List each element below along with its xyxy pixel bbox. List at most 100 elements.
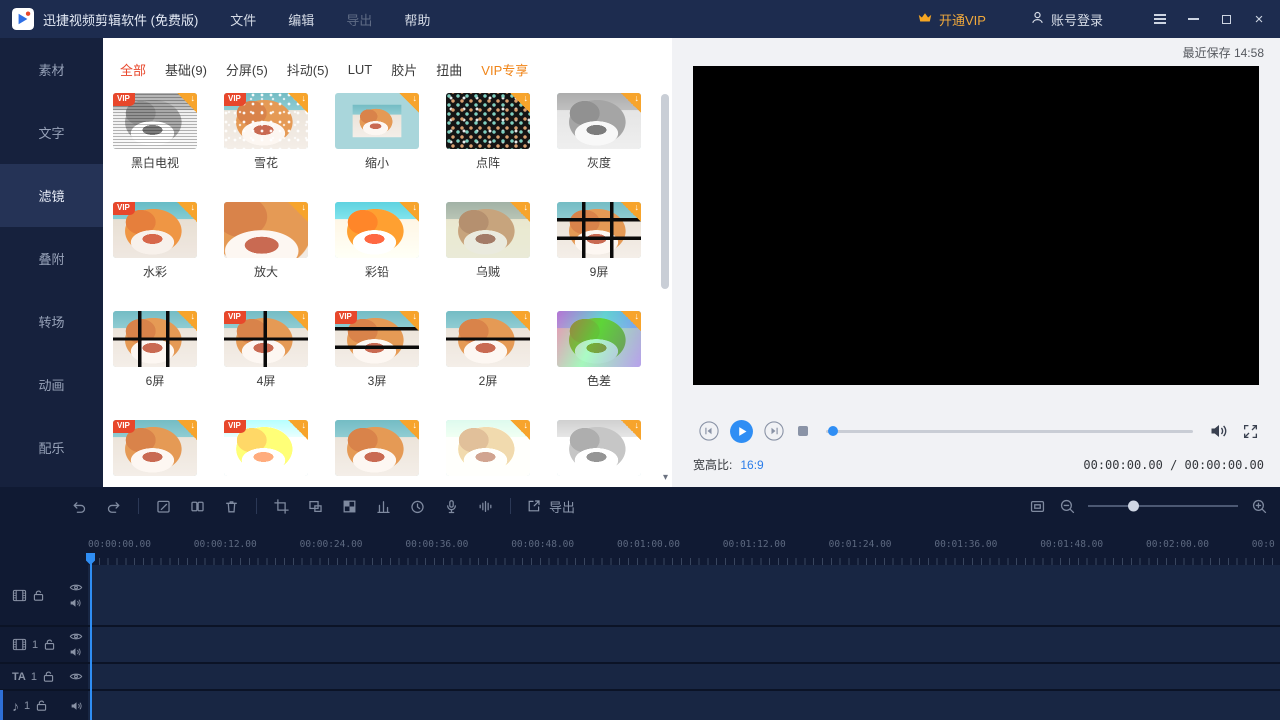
- filter-item[interactable]: VIP ↓ 雪花: [224, 93, 308, 170]
- filter-item[interactable]: VIP ↓ 4屏: [224, 311, 308, 388]
- filter-item[interactable]: ↓ 2屏: [446, 311, 530, 388]
- zoom-in-button[interactable]: [1250, 497, 1268, 515]
- sidebar-item[interactable]: 配乐: [0, 416, 103, 479]
- filter-item[interactable]: ↓ 乌贼: [446, 202, 530, 279]
- filter-tab[interactable]: 抖动(5): [287, 60, 329, 79]
- export-button[interactable]: 导出: [526, 497, 575, 516]
- download-icon[interactable]: ↓: [399, 420, 419, 440]
- filter-item[interactable]: ↓ 彩铅: [335, 202, 419, 279]
- filter-item[interactable]: ↓ 6屏: [113, 311, 197, 388]
- tracks-scrollbar[interactable]: [0, 690, 3, 720]
- unlock-icon[interactable]: [32, 589, 45, 602]
- filter-item[interactable]: ↓: [446, 420, 530, 487]
- scroll-down-icon[interactable]: ▾: [663, 473, 668, 483]
- menu-item[interactable]: 帮助: [404, 10, 430, 29]
- redo-button[interactable]: [104, 497, 122, 515]
- maximize-button[interactable]: [1217, 10, 1235, 28]
- crop-button[interactable]: [272, 497, 290, 515]
- filter-item[interactable]: ↓ 放大: [224, 202, 308, 279]
- filter-tab[interactable]: 分屏(5): [226, 60, 268, 79]
- delete-button[interactable]: [222, 497, 240, 515]
- account-login-button[interactable]: 账号登录: [1030, 10, 1103, 29]
- download-icon[interactable]: ↓: [288, 311, 308, 331]
- play-button[interactable]: [729, 419, 754, 444]
- volume-button[interactable]: [1209, 422, 1229, 440]
- download-icon[interactable]: ↓: [177, 420, 197, 440]
- stop-button[interactable]: [796, 424, 810, 438]
- download-icon[interactable]: ↓: [177, 93, 197, 113]
- fit-timeline-button[interactable]: [1028, 497, 1046, 515]
- sidebar-item[interactable]: 滤镜: [0, 164, 103, 227]
- filter-tab[interactable]: 基础(9): [165, 60, 207, 79]
- undo-button[interactable]: [70, 497, 88, 515]
- filter-item[interactable]: ↓ 灰度: [557, 93, 641, 170]
- download-icon[interactable]: ↓: [510, 202, 530, 222]
- split-button[interactable]: [188, 497, 206, 515]
- download-icon[interactable]: ↓: [399, 93, 419, 113]
- filter-item[interactable]: VIP ↓: [113, 420, 197, 487]
- sidebar-item[interactable]: 叠附: [0, 227, 103, 290]
- filter-tab[interactable]: 胶片: [391, 60, 417, 79]
- filter-item[interactable]: VIP ↓ 水彩: [113, 202, 197, 279]
- filter-item[interactable]: ↓: [335, 420, 419, 487]
- download-icon[interactable]: ↓: [510, 420, 530, 440]
- seek-slider[interactable]: [826, 430, 1193, 433]
- filter-item[interactable]: ↓ 缩小: [335, 93, 419, 170]
- sidebar-item[interactable]: 转场: [0, 290, 103, 353]
- record-button[interactable]: [442, 497, 460, 515]
- mosaic-button[interactable]: [340, 497, 358, 515]
- filter-tab[interactable]: 扭曲: [436, 60, 462, 79]
- menu-item[interactable]: 文件: [230, 10, 256, 29]
- aspect-ratio-value[interactable]: 16:9: [740, 458, 763, 472]
- adjust-button[interactable]: [374, 497, 392, 515]
- download-icon[interactable]: ↓: [177, 202, 197, 222]
- speaker-icon[interactable]: [69, 646, 83, 658]
- close-button[interactable]: ×: [1250, 10, 1268, 28]
- filter-scrollbar[interactable]: [661, 86, 669, 478]
- menu-item[interactable]: 编辑: [288, 10, 314, 29]
- download-icon[interactable]: ↓: [399, 311, 419, 331]
- filter-item[interactable]: ↓ 色差: [557, 311, 641, 388]
- speed-button[interactable]: [408, 497, 426, 515]
- download-icon[interactable]: ↓: [621, 93, 641, 113]
- eye-icon[interactable]: [69, 671, 83, 682]
- next-frame-button[interactable]: [764, 421, 784, 441]
- filter-tab[interactable]: 全部: [120, 60, 146, 79]
- download-icon[interactable]: ↓: [288, 93, 308, 113]
- unlock-icon[interactable]: [43, 638, 56, 651]
- sidebar-item[interactable]: 素材: [0, 38, 103, 101]
- download-icon[interactable]: ↓: [621, 311, 641, 331]
- filter-item[interactable]: ↓ 9屏: [557, 202, 641, 279]
- timeline-zoom-slider[interactable]: [1088, 505, 1238, 507]
- minimize-button[interactable]: [1184, 10, 1202, 28]
- sidebar-item[interactable]: 动画: [0, 353, 103, 416]
- edit-button[interactable]: [154, 497, 172, 515]
- open-vip-button[interactable]: 开通VIP: [917, 10, 986, 29]
- fullscreen-button[interactable]: [1242, 423, 1259, 440]
- unlock-icon[interactable]: [35, 699, 48, 712]
- download-icon[interactable]: ↓: [510, 93, 530, 113]
- download-icon[interactable]: ↓: [177, 311, 197, 331]
- previous-frame-button[interactable]: [699, 421, 719, 441]
- pip-button[interactable]: [306, 497, 324, 515]
- filter-item[interactable]: ↓ 点阵: [446, 93, 530, 170]
- eye-icon[interactable]: [69, 631, 83, 642]
- sidebar-item[interactable]: 文字: [0, 101, 103, 164]
- zoom-out-button[interactable]: [1058, 497, 1076, 515]
- filter-item[interactable]: VIP ↓ 3屏: [335, 311, 419, 388]
- window-menu-button[interactable]: [1151, 10, 1169, 28]
- seek-handle[interactable]: [828, 426, 838, 436]
- scrollbar-thumb[interactable]: [661, 94, 669, 289]
- zoom-slider-handle[interactable]: [1128, 501, 1139, 512]
- filter-tab[interactable]: VIP专享: [481, 60, 528, 79]
- menu-item[interactable]: 导出: [346, 10, 372, 29]
- download-icon[interactable]: ↓: [288, 202, 308, 222]
- download-icon[interactable]: ↓: [621, 420, 641, 440]
- speaker-icon[interactable]: [70, 700, 83, 712]
- filter-tab[interactable]: LUT: [348, 62, 373, 77]
- download-icon[interactable]: ↓: [399, 202, 419, 222]
- download-icon[interactable]: ↓: [288, 420, 308, 440]
- voice-button[interactable]: [476, 497, 494, 515]
- filter-item[interactable]: ↓: [557, 420, 641, 487]
- filter-item[interactable]: VIP ↓: [224, 420, 308, 487]
